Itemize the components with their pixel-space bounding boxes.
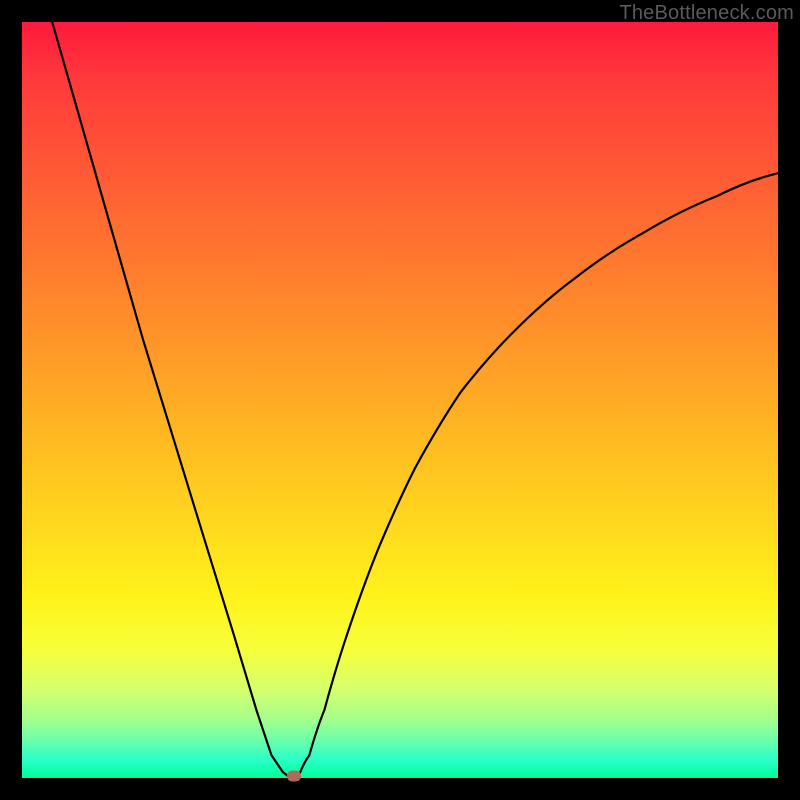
watermark-text: TheBottleneck.com bbox=[619, 2, 794, 25]
curve-path bbox=[52, 22, 778, 778]
bottleneck-curve bbox=[22, 22, 778, 778]
optimal-marker bbox=[287, 771, 301, 782]
plot-area bbox=[22, 22, 778, 778]
chart-frame: TheBottleneck.com bbox=[0, 0, 800, 800]
